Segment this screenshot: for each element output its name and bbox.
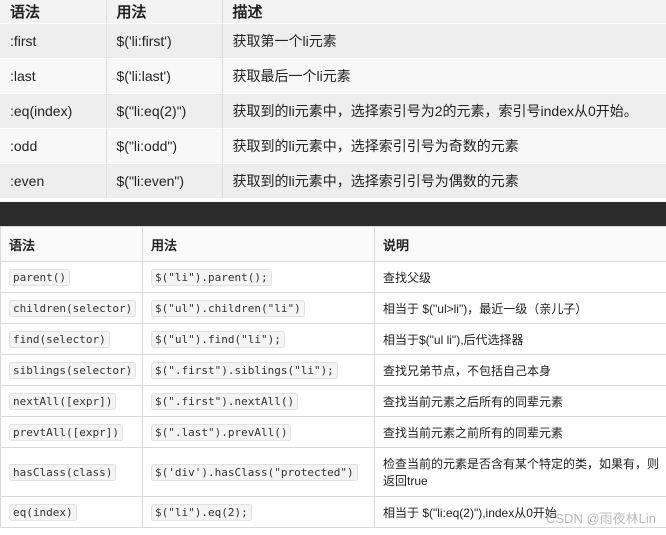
traversal-method-table: 语法 用法 说明 parent() $("li").parent(); 查找父级… xyxy=(0,226,666,528)
usage-cell: $("li:odd") xyxy=(106,128,223,164)
usage-cell: $("ul").find("li"); xyxy=(142,323,375,355)
section-divider xyxy=(0,202,666,226)
description-cell: 获取最后一个li元素 xyxy=(222,58,666,94)
usage-cell: $(".first").siblings("li"); xyxy=(142,354,375,386)
explanation-cell: 查找兄弟节点，不包括自己本身 xyxy=(374,354,666,386)
header-syntax: 语法 xyxy=(0,226,143,262)
table-row: hasClass(class) $('div').hasClass("prote… xyxy=(0,447,666,497)
code-snippet: $(".first").nextAll() xyxy=(151,393,299,410)
watermark: CSDN @雨夜林Lin xyxy=(546,511,656,526)
table-row: nextAll([expr]) $(".first").nextAll() 查找… xyxy=(0,385,666,417)
syntax-cell: :last xyxy=(0,58,107,94)
syntax-cell: nextAll([expr]) xyxy=(0,385,143,417)
syntax-cell: siblings(selector) xyxy=(0,354,143,386)
explanation-cell: 相当于 $("ul>li")，最近一级（亲儿子） xyxy=(374,292,666,324)
table-row: prevtAll([expr]) $(".last").prevAll() 查找… xyxy=(0,416,666,448)
description-cell: 获取第一个li元素 xyxy=(222,23,666,59)
code-snippet: $("li").eq(2); xyxy=(151,504,252,521)
description-cell: 获取到的li元素中，选择索引引号为奇数的元素 xyxy=(222,128,666,164)
code-snippet: hasClass(class) xyxy=(9,464,117,481)
usage-cell: $("li:eq(2)") xyxy=(106,93,223,129)
header-explanation: 说明 xyxy=(374,226,666,262)
code-snippet: nextAll([expr]) xyxy=(9,393,117,410)
syntax-cell: find(selector) xyxy=(0,323,143,355)
usage-cell: $("li:even") xyxy=(106,163,223,199)
code-snippet: eq(index) xyxy=(9,504,77,521)
table-row: :first $('li:first') 获取第一个li元素 xyxy=(0,23,666,59)
code-snippet: $('div').hasClass("protected") xyxy=(151,464,358,481)
table-row: :last $('li:last') 获取最后一个li元素 xyxy=(0,58,666,94)
usage-cell: $(".first").nextAll() xyxy=(142,385,375,417)
table-row: children(selector) $("ul").children("li"… xyxy=(0,292,666,324)
header-usage: 用法 xyxy=(142,226,375,262)
description-cell: 获取到的li元素中，选择索引引号为偶数的元素 xyxy=(222,163,666,199)
filter-selector-table: 语法 用法 描述 :first $('li:first') 获取第一个li元素 … xyxy=(0,0,666,199)
explanation-cell: 相当于$("ul li"),后代选择器 xyxy=(374,323,666,355)
usage-cell: $('div').hasClass("protected") xyxy=(142,447,375,497)
bottom-method-table-panel: 语法 用法 说明 parent() $("li").parent(); 查找父级… xyxy=(0,226,666,535)
code-snippet: parent() xyxy=(9,269,70,286)
table-row: siblings(selector) $(".first").siblings(… xyxy=(0,354,666,386)
syntax-cell: children(selector) xyxy=(0,292,143,324)
explanation-cell: 检查当前的元素是否含有某个特定的类，如果有，则返回true xyxy=(374,447,666,497)
table-row: :odd $("li:odd") 获取到的li元素中，选择索引引号为奇数的元素 xyxy=(0,128,666,164)
usage-cell: $("li").eq(2); xyxy=(142,496,375,528)
syntax-cell: :even xyxy=(0,163,107,199)
usage-cell: $(".last").prevAll() xyxy=(142,416,375,448)
syntax-cell: eq(index) xyxy=(0,496,143,528)
code-snippet: $("li").parent(); xyxy=(151,269,272,286)
table-row: parent() $("li").parent(); 查找父级 xyxy=(0,261,666,293)
syntax-cell: :eq(index) xyxy=(0,93,107,129)
usage-cell: $("ul").children("li") xyxy=(142,292,375,324)
usage-cell: $("li").parent(); xyxy=(142,261,375,293)
code-snippet: $("ul").find("li"); xyxy=(151,331,285,348)
code-snippet: children(selector) xyxy=(9,300,137,317)
code-snippet: $("ul").children("li") xyxy=(151,300,305,317)
syntax-cell: :first xyxy=(0,23,107,59)
code-snippet: prevtAll([expr]) xyxy=(9,424,123,441)
usage-cell: $('li:first') xyxy=(106,23,223,59)
header-usage: 用法 xyxy=(106,0,223,24)
syntax-cell: prevtAll([expr]) xyxy=(0,416,143,448)
code-snippet: $(".first").siblings("li"); xyxy=(151,362,338,379)
syntax-cell: :odd xyxy=(0,128,107,164)
explanation-cell: 查找当前元素之后所有的同辈元素 xyxy=(374,385,666,417)
usage-cell: $('li:last') xyxy=(106,58,223,94)
table-header-row: 语法 用法 说明 xyxy=(0,226,666,262)
table-row: find(selector) $("ul").find("li"); 相当于$(… xyxy=(0,323,666,355)
code-snippet: siblings(selector) xyxy=(9,362,137,379)
table-row: :even $("li:even") 获取到的li元素中，选择索引引号为偶数的元… xyxy=(0,163,666,199)
explanation-cell: 查找父级 xyxy=(374,261,666,293)
top-selector-table-panel: 语法 用法 描述 :first $('li:first') 获取第一个li元素 … xyxy=(0,0,666,202)
header-syntax: 语法 xyxy=(0,0,107,24)
syntax-cell: parent() xyxy=(0,261,143,293)
header-description: 描述 xyxy=(222,0,666,24)
description-cell: 获取到的li元素中，选择索引号为2的元素，索引号index从0开始。 xyxy=(222,93,666,129)
table-header-row: 语法 用法 描述 xyxy=(0,0,666,24)
syntax-cell: hasClass(class) xyxy=(0,447,143,497)
table-row: :eq(index) $("li:eq(2)") 获取到的li元素中，选择索引号… xyxy=(0,93,666,129)
code-snippet: find(selector) xyxy=(9,331,110,348)
explanation-cell: 查找当前元素之前所有的同辈元素 xyxy=(374,416,666,448)
code-snippet: $(".last").prevAll() xyxy=(151,424,292,441)
